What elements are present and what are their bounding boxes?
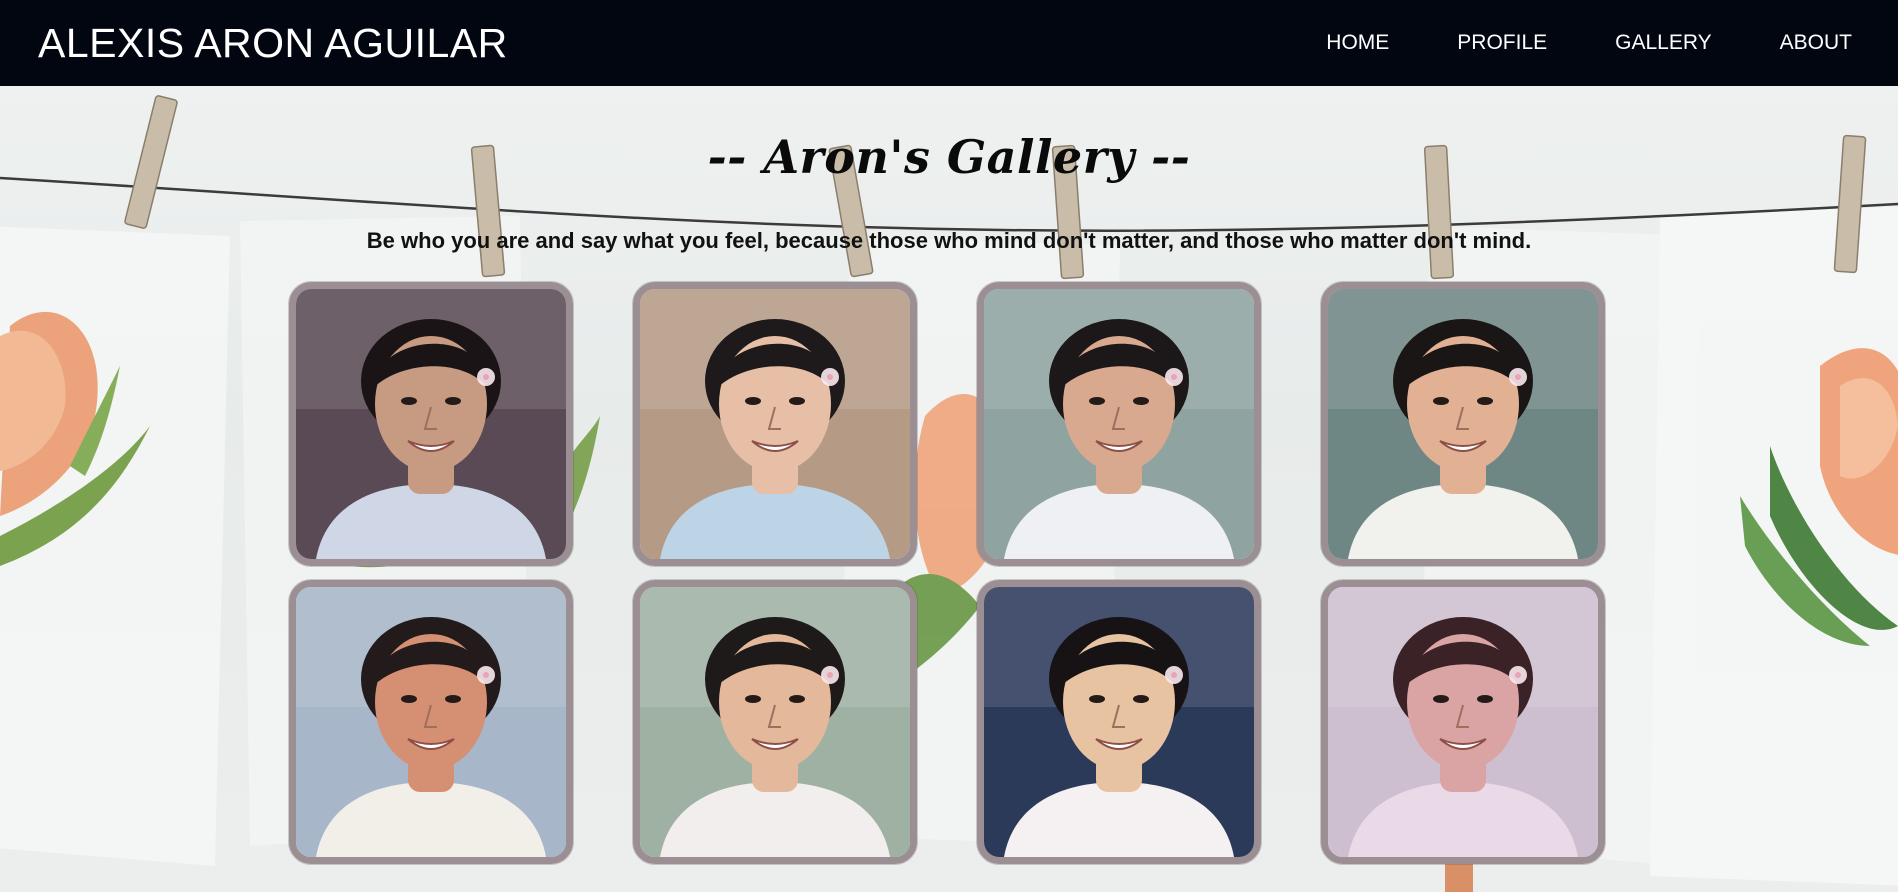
portrait-image — [640, 587, 910, 857]
portrait-image — [296, 289, 566, 559]
nav-links: HOME PROFILE GALLERY ABOUT — [1258, 31, 1852, 55]
portrait-image — [296, 587, 566, 857]
portrait-image — [1328, 289, 1598, 559]
site-brand[interactable]: ALEXIS ARON AGUILAR — [38, 20, 508, 67]
nav-link-about[interactable]: ABOUT — [1780, 31, 1852, 55]
gallery-photo[interactable] — [633, 282, 917, 566]
portrait-image — [1328, 587, 1598, 857]
portrait-image — [984, 587, 1254, 857]
gallery-photo[interactable] — [1321, 580, 1605, 864]
gallery-title: -- Aron's Gallery -- — [707, 130, 1191, 184]
gallery-photo[interactable] — [1321, 282, 1605, 566]
gallery-section: -- Aron's Gallery -- Be who you are and … — [0, 86, 1898, 892]
nav-link-home[interactable]: HOME — [1326, 31, 1389, 55]
portrait-image — [640, 289, 910, 559]
nav-link-gallery[interactable]: GALLERY — [1615, 31, 1712, 55]
portrait-image — [984, 289, 1254, 559]
top-navbar: ALEXIS ARON AGUILAR HOME PROFILE GALLERY… — [0, 0, 1898, 86]
gallery-photo[interactable] — [977, 282, 1261, 566]
gallery-photo[interactable] — [633, 580, 917, 864]
gallery-quote: Be who you are and say what you feel, be… — [366, 228, 1532, 253]
gallery-photo[interactable] — [289, 580, 573, 864]
gallery-photo[interactable] — [289, 282, 573, 566]
photo-grid — [289, 282, 1607, 864]
gallery-photo[interactable] — [977, 580, 1261, 864]
nav-link-profile[interactable]: PROFILE — [1457, 31, 1547, 55]
